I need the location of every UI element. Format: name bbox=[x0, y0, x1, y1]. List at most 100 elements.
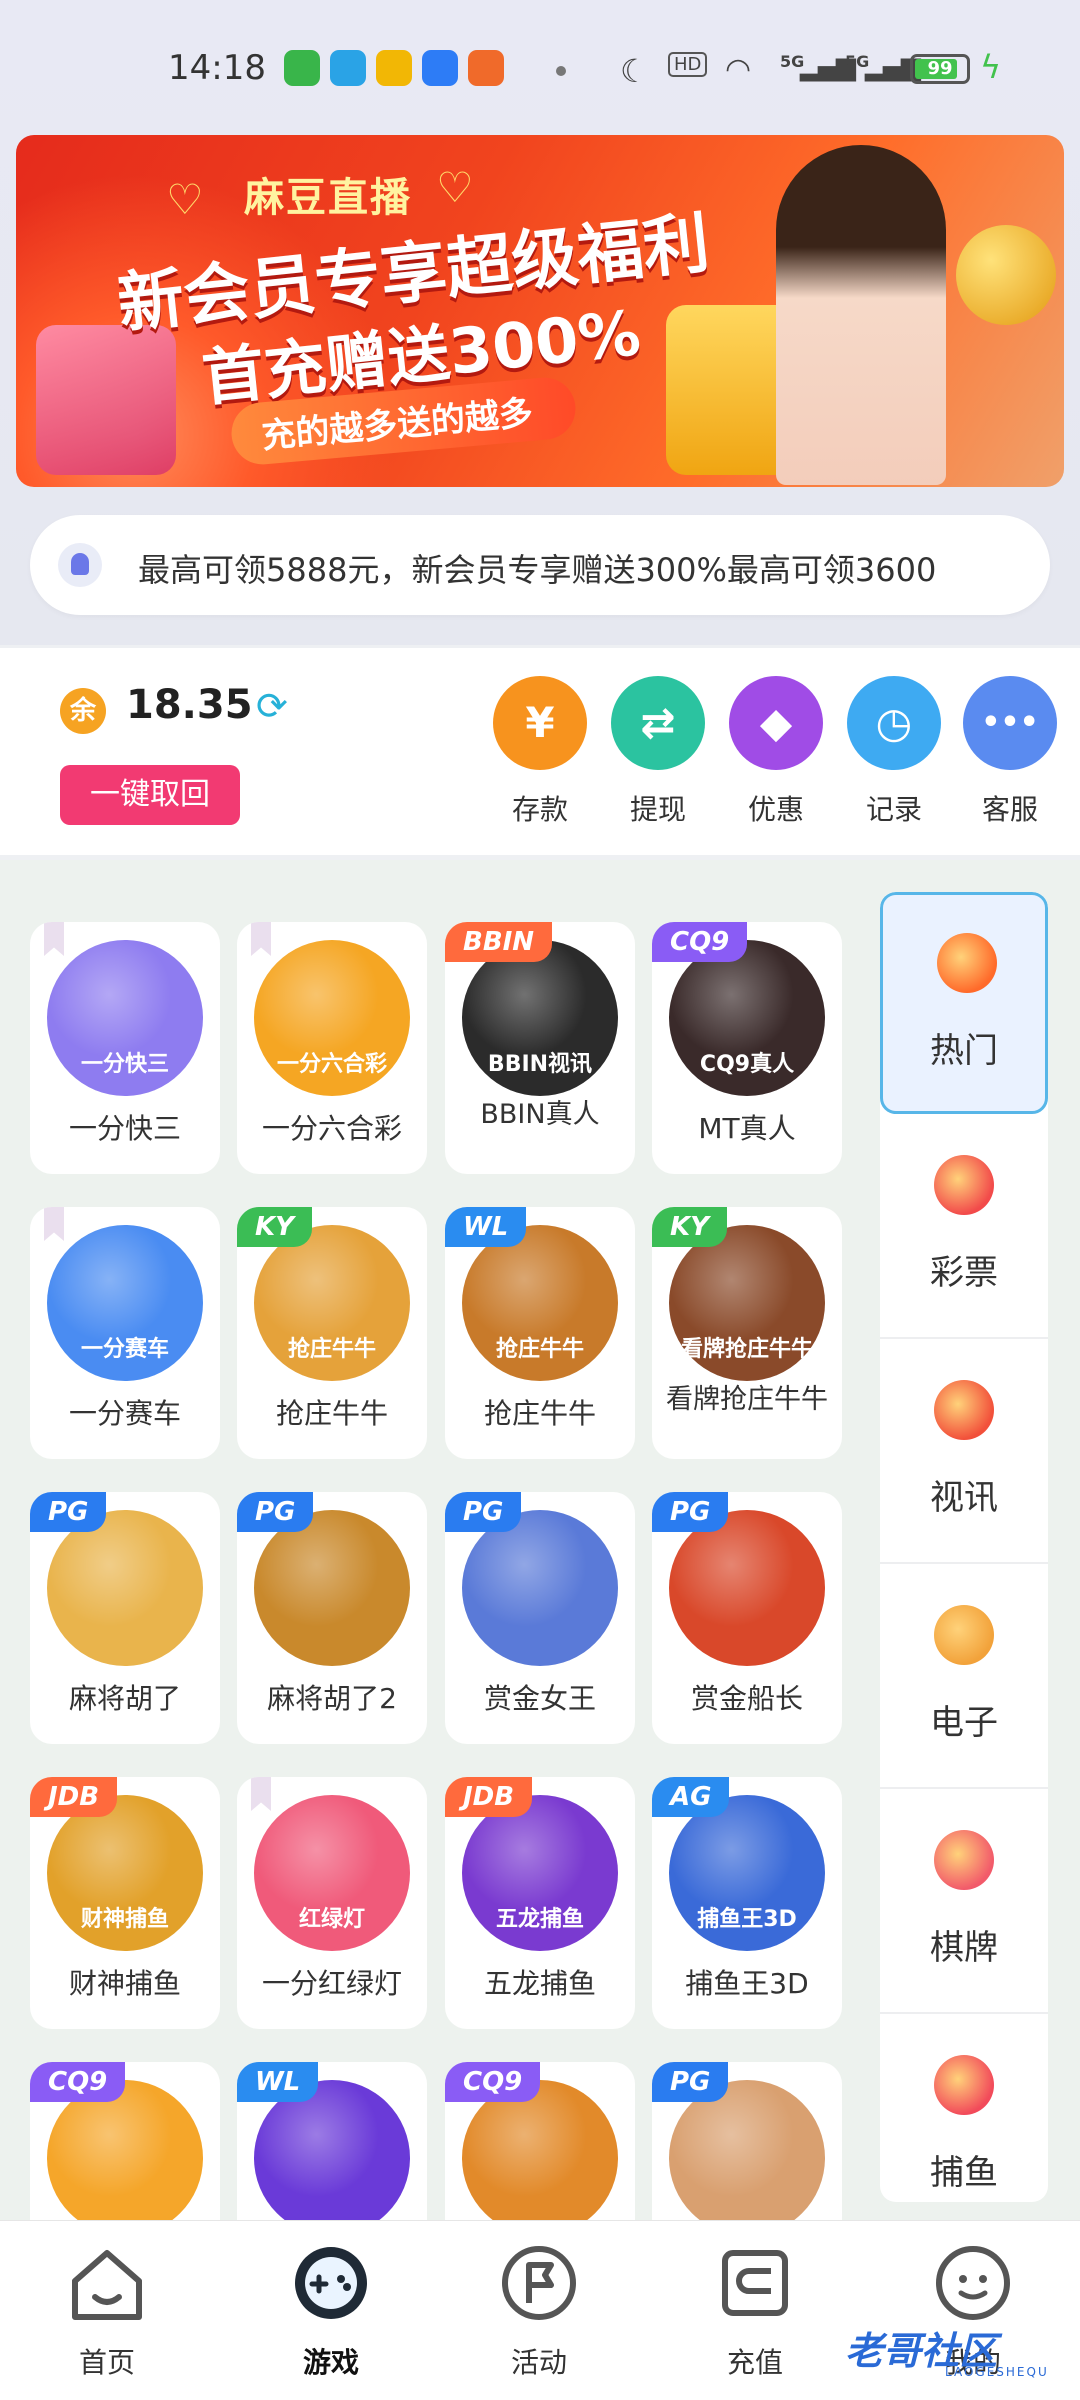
game-caption: 抢庄牛牛 bbox=[495, 1337, 584, 1362]
game-tile[interactable]: CQ9 bbox=[445, 2062, 635, 2220]
game-caption: 看牌抢庄牛牛 bbox=[680, 1337, 813, 1362]
game-tile[interactable]: 一分赛车 一分赛车 bbox=[30, 1207, 220, 1459]
status-dot bbox=[556, 66, 566, 76]
game-tile[interactable]: PG 麻将胡了 bbox=[30, 1492, 220, 1744]
chat-icon[interactable]: ••• bbox=[963, 676, 1057, 770]
game-thumbnail bbox=[254, 1510, 410, 1666]
promo-banner[interactable]: ♡ ♡ 麻豆直播 新会员专享超级福利 首充赠送300% 充的越多送的越多 bbox=[16, 135, 1064, 487]
game-thumbnail bbox=[462, 1510, 618, 1666]
game-tile[interactable]: BBIN视讯 BBIN BBIN真人 bbox=[445, 922, 635, 1174]
clock-icon[interactable]: ◷ bbox=[847, 676, 941, 770]
fish-icon bbox=[934, 2055, 994, 2115]
provider-tag: KY bbox=[237, 1207, 312, 1247]
game-tile[interactable]: 抢庄牛牛 WL 抢庄牛牛 bbox=[445, 1207, 635, 1459]
game-tile[interactable]: 看牌抢庄牛牛 KY 看牌抢庄牛牛 bbox=[652, 1207, 842, 1459]
game-thumbnail: 一分六合彩 bbox=[254, 940, 410, 1096]
game-tile[interactable]: 财神捕鱼 JDB 财神捕鱼 bbox=[30, 1777, 220, 2029]
tag-icon[interactable]: ◆ bbox=[729, 676, 823, 770]
game-tile[interactable]: 五龙捕鱼 JDB 五龙捕鱼 bbox=[445, 1777, 635, 2029]
game-caption: 五龙捕鱼 bbox=[495, 1907, 584, 1932]
game-caption: 一分六合彩 bbox=[276, 1052, 387, 1077]
slot-seven-icon bbox=[934, 1605, 994, 1665]
game-tile[interactable]: CQ9 bbox=[30, 2062, 220, 2220]
game-tile[interactable]: 一分六合彩 一分六合彩 bbox=[237, 922, 427, 1174]
announcement-icon bbox=[58, 543, 102, 587]
quick-action-1[interactable]: ⇄ 提现 bbox=[610, 676, 706, 828]
quick-action-2[interactable]: ◆ 优惠 bbox=[728, 676, 824, 828]
provider-tag: JDB bbox=[30, 1777, 118, 1817]
quick-action-4[interactable]: ••• 客服 bbox=[962, 676, 1058, 828]
announcement-bar[interactable]: 最高可领5888元，新会员专享赠送300%最高可领3600 bbox=[30, 515, 1050, 615]
game-thumbnail: 抢庄牛牛 bbox=[462, 1225, 618, 1381]
game-tile[interactable]: WL bbox=[237, 2062, 427, 2220]
provider-tag: PG bbox=[237, 1492, 314, 1532]
cards-icon bbox=[934, 1830, 994, 1890]
nav-2[interactable]: 活动 bbox=[464, 2241, 614, 2381]
recall-all-button[interactable]: 一键取回 bbox=[60, 765, 240, 825]
game-caption: 抢庄牛牛 bbox=[287, 1337, 376, 1362]
game-caption: 一分赛车 bbox=[80, 1337, 169, 1362]
category-4[interactable]: 棋牌 bbox=[880, 1792, 1048, 2014]
bookmark-icon bbox=[44, 922, 64, 956]
refresh-icon[interactable]: ⟳ bbox=[256, 684, 288, 728]
heart-icon: ♡ bbox=[166, 175, 204, 224]
quick-action-label: 客服 bbox=[981, 793, 1038, 826]
nav-0[interactable]: 首页 bbox=[32, 2241, 182, 2381]
game-tile[interactable]: PG 赏金女王 bbox=[445, 1492, 635, 1744]
quick-action-label: 记录 bbox=[865, 793, 922, 826]
game-tile[interactable]: CQ9真人 CQ9 MT真人 bbox=[652, 922, 842, 1174]
game-tile[interactable]: 捕鱼王3D AG 捕鱼王3D bbox=[652, 1777, 842, 2029]
wifi-icon: ◠ bbox=[725, 52, 752, 87]
game-caption: 捕鱼王3D bbox=[697, 1907, 797, 1932]
category-label: 捕鱼 bbox=[930, 2153, 998, 2193]
quick-action-label: 存款 bbox=[511, 793, 568, 826]
provider-tag: PG bbox=[652, 1492, 729, 1532]
provider-tag: PG bbox=[652, 2062, 729, 2102]
bookmark-icon bbox=[251, 922, 271, 956]
yen-icon[interactable]: ¥ bbox=[493, 676, 587, 770]
quick-action-label: 提现 bbox=[629, 793, 686, 826]
game-tile[interactable]: PG bbox=[652, 2062, 842, 2220]
category-3[interactable]: 电子 bbox=[880, 1567, 1048, 1789]
heart-icon: ♡ bbox=[436, 163, 474, 212]
provider-tag: PG bbox=[445, 1492, 522, 1532]
quick-action-3[interactable]: ◷ 记录 bbox=[846, 676, 942, 828]
game-name: 麻将胡了2 bbox=[267, 1682, 397, 1715]
category-1[interactable]: 彩票 bbox=[880, 1117, 1048, 1339]
coin-image bbox=[956, 225, 1056, 325]
category-0[interactable]: 热门 bbox=[880, 892, 1048, 1114]
game-tile[interactable]: 一分快三 一分快三 bbox=[30, 922, 220, 1174]
category-label: 热门 bbox=[930, 1031, 998, 1071]
category-5[interactable]: 捕鱼 bbox=[880, 2017, 1048, 2202]
game-tile[interactable]: PG 麻将胡了2 bbox=[237, 1492, 427, 1744]
provider-tag: JDB bbox=[445, 1777, 533, 1817]
quick-action-label: 优惠 bbox=[747, 793, 804, 826]
profile-icon bbox=[931, 2241, 1015, 2325]
game-thumbnail: 捕鱼王3D bbox=[669, 1795, 825, 1951]
transfer-icon[interactable]: ⇄ bbox=[611, 676, 705, 770]
video-app-icon bbox=[376, 50, 412, 86]
game-tile[interactable]: PG 赏金船长 bbox=[652, 1492, 842, 1744]
game-tile[interactable]: 抢庄牛牛 KY 抢庄牛牛 bbox=[237, 1207, 427, 1459]
game-tile[interactable]: 红绿灯 一分红绿灯 bbox=[237, 1777, 427, 2029]
provider-tag: BBIN bbox=[445, 922, 553, 962]
game-name: 看牌抢庄牛牛 bbox=[666, 1384, 828, 1415]
category-2[interactable]: 视讯 bbox=[880, 1342, 1048, 1564]
game-thumbnail bbox=[669, 1510, 825, 1666]
nav-label: 充值 bbox=[726, 2346, 783, 2379]
game-name: 赏金船长 bbox=[690, 1682, 803, 1715]
game-name: 抢庄牛牛 bbox=[483, 1397, 596, 1430]
chip-icon bbox=[934, 1380, 994, 1440]
nav-3[interactable]: 充值 bbox=[680, 2241, 830, 2381]
nav-1[interactable]: 游戏 bbox=[256, 2241, 406, 2381]
fire-icon bbox=[937, 933, 997, 993]
quick-action-0[interactable]: ¥ 存款 bbox=[492, 676, 588, 828]
nav-label: 活动 bbox=[510, 2346, 567, 2379]
game-caption: 财神捕鱼 bbox=[80, 1907, 169, 1932]
game-name: 捕鱼王3D bbox=[685, 1967, 809, 2000]
gamepad-icon bbox=[289, 2241, 373, 2325]
provider-tag: PG bbox=[30, 1492, 107, 1532]
game-caption: 红绿灯 bbox=[298, 1907, 365, 1932]
game-name: 一分快三 bbox=[68, 1112, 181, 1145]
game-name: 一分赛车 bbox=[68, 1397, 181, 1430]
